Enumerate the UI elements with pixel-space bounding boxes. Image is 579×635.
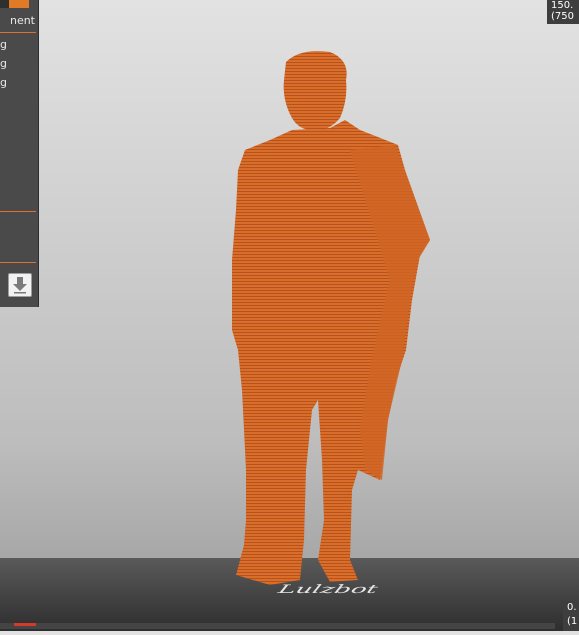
model-head — [283, 51, 347, 131]
model-figure[interactable] — [0, 0, 579, 631]
